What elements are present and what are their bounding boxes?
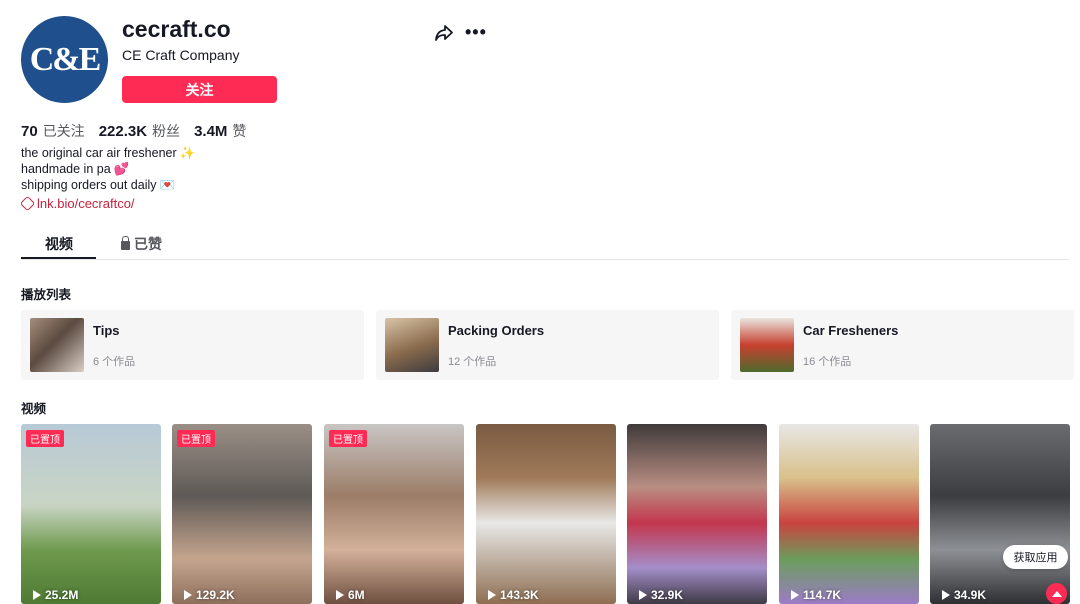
playlist-thumbnail [385,318,439,372]
lock-icon [121,236,130,250]
play-icon [336,590,344,600]
tab-underline [21,257,96,259]
playlist-card-tips[interactable]: Tips 6 个作品 [21,310,364,380]
play-icon [639,590,647,600]
playlist-title: Packing Orders [448,323,545,338]
playlist-card-packing-orders[interactable]: Packing Orders 12 个作品 [376,310,719,380]
video-card[interactable]: 已置顶 129.2K [172,424,312,604]
stat-value: 70 [21,123,38,140]
tab-videos[interactable]: 视频 [45,234,73,254]
video-thumbnail [476,424,616,604]
views-count: 114.7K [803,588,842,602]
stat-label: 粉丝 [152,123,181,139]
share-icon[interactable] [434,24,454,42]
video-card[interactable]: 已置顶 6M [324,424,464,604]
playlists-heading: 播放列表 [21,288,72,302]
tab-liked-label: 已赞 [134,236,162,252]
video-views: 129.2K [184,588,235,602]
video-views: 114.7K [791,588,841,602]
video-views: 32.9K [639,588,683,602]
play-icon [33,590,41,600]
video-thumbnail [627,424,767,604]
stat-label: 赞 [232,123,247,139]
playlist-count: 12 个作品 [448,356,497,368]
bio-link-text: lnk.bio/cecraftco/ [37,196,135,211]
play-icon [488,590,496,600]
video-card[interactable]: 114.7K [779,424,919,604]
views-count: 34.9K [954,588,987,602]
bio-line: handmade in pa 💕 [21,161,195,177]
username: cecraft.co [122,16,231,42]
stat-following[interactable]: 70 已关注 [21,121,85,141]
playlist-thumbnail [740,318,794,372]
play-icon [942,590,950,600]
video-card[interactable]: 34.9K [930,424,1070,604]
video-thumbnail [21,424,161,604]
playlist-title: Tips [93,323,120,338]
pinned-badge: 已置顶 [26,430,64,447]
views-count: 32.9K [651,588,684,602]
playlist-title: Car Fresheners [803,323,899,338]
stat-value: 3.4M [194,123,228,140]
views-count: 6M [348,588,365,602]
video-views: 143.3K [488,588,539,602]
play-icon [184,590,192,600]
avatar[interactable]: C&E [21,16,108,103]
playlist-count: 6 个作品 [93,356,136,368]
bio-text: shipping orders out daily [21,178,157,192]
playlist-count: 16 个作品 [803,356,852,368]
video-views: 25.2M [33,588,78,602]
playlist-thumbnail [30,318,84,372]
love-letter-icon: 💌 [159,178,176,192]
profile-tabs: 视频 已赞 [21,228,1069,260]
stat-label: 已关注 [42,123,85,139]
stat-value: 222.3K [98,123,148,140]
video-thumbnail [172,424,312,604]
link-icon [19,195,36,212]
avatar-logo: C&E [29,40,102,78]
views-count: 143.3K [500,588,539,602]
bio-link[interactable]: lnk.bio/cecraftco/ [19,195,135,212]
tab-liked[interactable]: 已赞 [121,234,162,254]
views-count: 129.2K [196,588,235,602]
bio-text: handmade in pa [21,162,111,176]
pinned-badge: 已置顶 [329,430,367,447]
bio: the original car air freshener ✨ handmade… [21,145,195,193]
hearts-icon: 💕 [113,162,130,176]
video-views: 6M [336,588,365,602]
get-app-button[interactable]: 获取应用 [1003,545,1068,569]
video-thumbnail [930,424,1070,604]
video-views: 34.9K [942,588,986,602]
stat-likes: 3.4M 赞 [194,121,246,141]
video-card[interactable]: 已置顶 25.2M [21,424,161,604]
pinned-badge: 已置顶 [177,430,215,447]
stats-row: 70 已关注 222.3K 粉丝 3.4M 赞 [21,121,246,141]
scroll-top-icon[interactable] [1046,583,1067,604]
bio-line: the original car air freshener ✨ [21,145,195,161]
follow-button[interactable]: 关注 [122,76,277,103]
sparkles-icon: ✨ [179,146,196,160]
video-thumbnail [324,424,464,604]
video-card[interactable]: 143.3K [476,424,616,604]
video-thumbnail [779,424,919,604]
stat-followers[interactable]: 222.3K 粉丝 [99,121,180,141]
more-icon[interactable]: ••• [465,22,487,43]
bio-text: the original car air freshener [21,146,177,160]
bio-line: shipping orders out daily 💌 [21,177,195,193]
videos-heading: 视频 [21,402,47,416]
play-icon [791,590,799,600]
nickname: CE Craft Company [122,47,240,63]
views-count: 25.2M [45,588,79,602]
video-card[interactable]: 32.9K [627,424,767,604]
playlist-card-car-fresheners[interactable]: Car Fresheners 16 个作品 [731,310,1074,380]
